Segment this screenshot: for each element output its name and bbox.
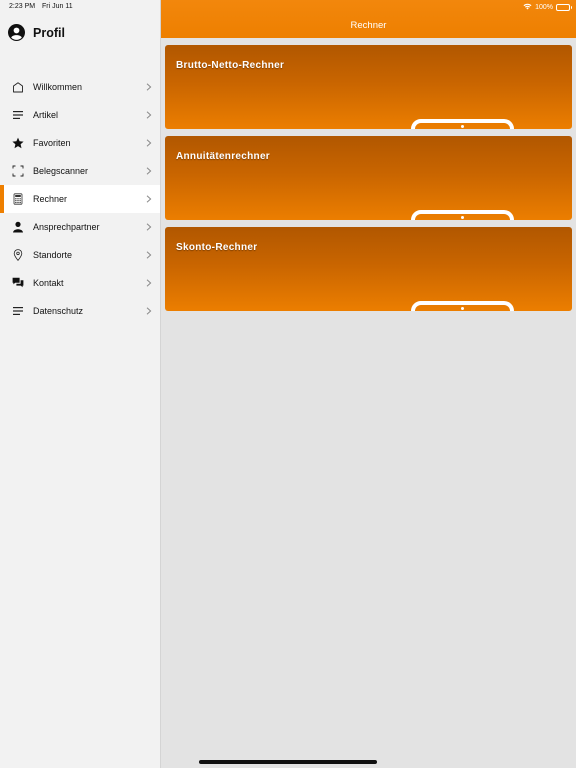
- location-pin-icon: [12, 249, 24, 261]
- card-title: Skonto-Rechner: [176, 242, 258, 253]
- calculator-list: Brutto-Netto-Rechner Annuitätenrechner S…: [165, 45, 572, 318]
- sidebar-item-artikel[interactable]: Artikel: [0, 101, 160, 129]
- battery-icon: [556, 3, 572, 11]
- sidebar-item-label: Willkommen: [33, 82, 83, 92]
- star-icon: [12, 137, 24, 149]
- chevron-right-icon: [145, 279, 153, 287]
- page-title: Rechner: [350, 20, 387, 31]
- sidebar-item-favoriten[interactable]: Favoriten: [0, 129, 160, 157]
- chevron-right-icon: [145, 251, 153, 259]
- card-skonto-rechner[interactable]: Skonto-Rechner: [165, 227, 572, 311]
- device-illustration-icon: [411, 301, 514, 311]
- scan-icon: [12, 165, 24, 177]
- sidebar-item-willkommen[interactable]: Willkommen: [0, 73, 160, 101]
- sidebar-item-label: Rechner: [33, 194, 68, 204]
- sidebar-item-label: Favoriten: [33, 138, 71, 148]
- home-icon: [12, 81, 24, 93]
- card-title: Annuitätenrechner: [176, 151, 271, 162]
- person-icon: [12, 221, 24, 233]
- home-indicator[interactable]: [199, 760, 377, 764]
- sidebar-item-label: Datenschutz: [33, 306, 84, 316]
- chevron-right-icon: [145, 111, 153, 119]
- profile-button[interactable]: Profil: [8, 24, 65, 41]
- status-time: 2:23 PM: [9, 3, 36, 10]
- lines-icon: [12, 109, 24, 121]
- card-annuitaetenrechner[interactable]: Annuitätenrechner: [165, 136, 572, 220]
- sidebar-item-datenschutz[interactable]: Datenschutz: [0, 297, 160, 325]
- status-indicators: 100%: [523, 2, 572, 12]
- status-date: Fri Jun 11: [42, 3, 73, 10]
- sidebar-item-standorte[interactable]: Standorte: [0, 241, 160, 269]
- sidebar-item-label: Belegscanner: [33, 166, 89, 176]
- chevron-right-icon: [145, 195, 153, 203]
- device-illustration-icon: [411, 119, 514, 129]
- chevron-right-icon: [145, 223, 153, 231]
- sidebar-item-rechner[interactable]: Rechner: [0, 185, 160, 213]
- chevron-right-icon: [145, 307, 153, 315]
- card-title: Brutto-Netto-Rechner: [176, 60, 285, 71]
- chevron-right-icon: [145, 83, 153, 91]
- lines-icon: [12, 305, 24, 317]
- card-brutto-netto-rechner[interactable]: Brutto-Netto-Rechner: [165, 45, 572, 129]
- sidebar-item-label: Kontakt: [33, 278, 64, 288]
- chat-bubbles-icon: [12, 277, 24, 289]
- sidebar-item-kontakt[interactable]: Kontakt: [0, 269, 160, 297]
- device-illustration-icon: [411, 210, 514, 220]
- sidebar-item-ansprechpartner[interactable]: Ansprechpartner: [0, 213, 160, 241]
- wifi-icon: [523, 3, 532, 12]
- sidebar-item-label: Ansprechpartner: [33, 222, 100, 232]
- chevron-right-icon: [145, 139, 153, 147]
- sidebar-menu: Willkommen Artikel Favoriten Belegscanne…: [0, 73, 160, 325]
- sidebar-item-label: Artikel: [33, 110, 59, 120]
- sidebar-item-belegscanner[interactable]: Belegscanner: [0, 157, 160, 185]
- sidebar-item-label: Standorte: [33, 250, 73, 260]
- navigation-bar: Rechner: [161, 0, 576, 38]
- battery-percent: 100%: [535, 3, 553, 11]
- calculator-icon: [12, 193, 24, 205]
- sidebar: Profil Willkommen Artikel Favoriten Bele…: [0, 0, 161, 768]
- user-circle-icon: [8, 24, 25, 41]
- profile-label: Profil: [33, 25, 65, 40]
- chevron-right-icon: [145, 167, 153, 175]
